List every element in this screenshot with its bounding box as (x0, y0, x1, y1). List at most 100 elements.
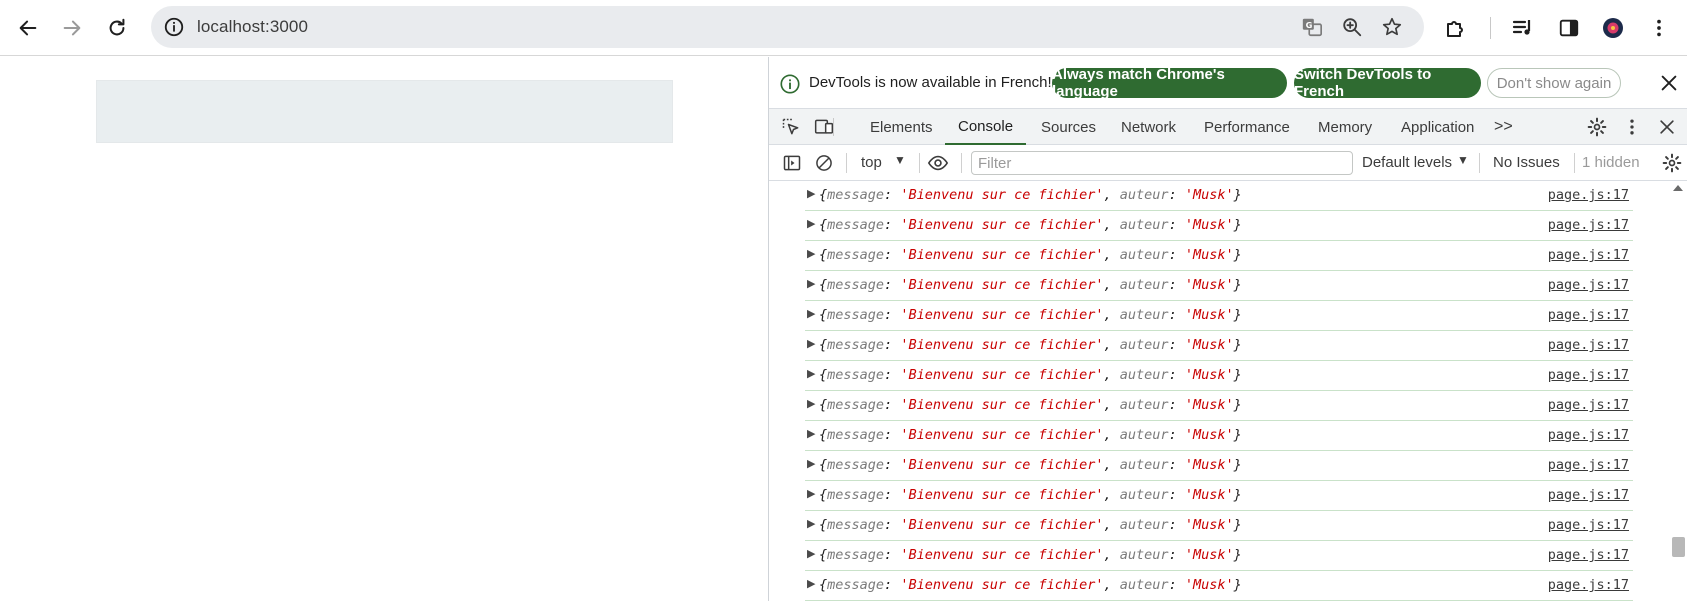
console-log-row[interactable]: ▶ {message: 'Bienvenu sur ce fichier', au… (805, 541, 1633, 571)
expand-triangle-icon[interactable]: ▶ (807, 547, 815, 560)
chevron-down-icon[interactable]: ▼ (1457, 153, 1469, 167)
console-settings-gear-icon[interactable] (1660, 151, 1684, 175)
scrollbar-thumb[interactable] (1672, 537, 1685, 557)
more-tabs-button[interactable]: >> (1494, 109, 1513, 145)
inspect-element-icon[interactable] (780, 116, 802, 138)
source-link[interactable]: page.js:17 (1548, 397, 1629, 413)
source-link[interactable]: page.js:17 (1548, 277, 1629, 293)
console-log-row[interactable]: ▶ {message: 'Bienvenu sur ce fichier', au… (805, 271, 1633, 301)
clear-console-icon[interactable] (812, 151, 836, 175)
source-link[interactable]: page.js:17 (1548, 547, 1629, 563)
console-log-row[interactable]: ▶ {message: 'Bienvenu sur ce fichier', au… (805, 511, 1633, 541)
context-selector[interactable]: top (861, 154, 882, 171)
console-log-row[interactable]: ▶ {message: 'Bienvenu sur ce fichier', au… (805, 331, 1633, 361)
always-match-language-button[interactable]: Always match Chrome's language (1052, 66, 1287, 100)
url-text[interactable]: localhost:3000 (197, 17, 308, 37)
close-icon[interactable] (1658, 72, 1680, 94)
source-link[interactable]: page.js:17 (1548, 247, 1629, 263)
source-link[interactable]: page.js:17 (1548, 187, 1629, 203)
console-scrollbar[interactable] (1669, 181, 1687, 601)
expand-triangle-icon[interactable]: ▶ (807, 457, 815, 470)
expand-triangle-icon[interactable]: ▶ (807, 307, 815, 320)
source-link[interactable]: page.js:17 (1548, 457, 1629, 473)
console-log-row[interactable]: ▶ {message: 'Bienvenu sur ce fichier', au… (805, 481, 1633, 511)
live-expression-eye-icon[interactable] (926, 151, 950, 175)
expand-triangle-icon[interactable]: ▶ (807, 187, 815, 200)
source-link[interactable]: page.js:17 (1548, 487, 1629, 503)
console-log-row[interactable]: ▶ {message: 'Bienvenu sur ce fichier', au… (805, 181, 1633, 211)
expand-triangle-icon[interactable]: ▶ (807, 487, 815, 500)
source-link[interactable]: page.js:17 (1548, 217, 1629, 233)
tab-elements[interactable]: Elements (870, 109, 933, 145)
console-log-row[interactable]: ▶ {message: 'Bienvenu sur ce fichier', au… (805, 451, 1633, 481)
tab-memory[interactable]: Memory (1318, 109, 1372, 145)
back-arrow-icon[interactable] (10, 10, 46, 46)
source-link[interactable]: page.js:17 (1548, 367, 1629, 383)
settings-gear-icon[interactable] (1586, 116, 1608, 138)
expand-triangle-icon[interactable]: ▶ (807, 397, 815, 410)
expand-triangle-icon[interactable]: ▶ (807, 337, 815, 350)
console-log-row[interactable]: ▶ {message: 'Bienvenu sur ce fichier', au… (805, 241, 1633, 271)
dont-show-again-button[interactable]: Don't show again (1487, 68, 1621, 98)
media-queue-icon[interactable] (1508, 13, 1538, 43)
devtools-close-icon[interactable] (1656, 116, 1678, 138)
console-log-row[interactable]: ▶ {message: 'Bienvenu sur ce fichier', au… (805, 211, 1633, 241)
log-object[interactable]: {message: 'Bienvenu sur ce fichier', aut… (819, 487, 1242, 503)
tab-application[interactable]: Application (1401, 109, 1474, 145)
source-link[interactable]: page.js:17 (1548, 517, 1629, 533)
log-object[interactable]: {message: 'Bienvenu sur ce fichier', aut… (819, 367, 1242, 383)
expand-triangle-icon[interactable]: ▶ (807, 427, 815, 440)
translate-icon[interactable]: G (1299, 14, 1325, 40)
tab-network[interactable]: Network (1121, 109, 1176, 145)
log-object[interactable]: {message: 'Bienvenu sur ce fichier', aut… (819, 547, 1242, 563)
console-log-row[interactable]: ▶ {message: 'Bienvenu sur ce fichier', au… (805, 391, 1633, 421)
scroll-up-arrow-icon[interactable] (1673, 185, 1683, 191)
tab-sources[interactable]: Sources (1041, 109, 1096, 145)
expand-triangle-icon[interactable]: ▶ (807, 217, 815, 230)
devtools-more-icon[interactable] (1621, 116, 1643, 138)
console-log-row[interactable]: ▶ {message: 'Bienvenu sur ce fichier', au… (805, 361, 1633, 391)
expand-triangle-icon[interactable]: ▶ (807, 367, 815, 380)
expand-triangle-icon[interactable]: ▶ (807, 247, 815, 260)
log-object[interactable]: {message: 'Bienvenu sur ce fichier', aut… (819, 307, 1242, 323)
source-link[interactable]: page.js:17 (1548, 337, 1629, 353)
zoom-icon[interactable] (1339, 14, 1365, 40)
switch-to-french-button[interactable]: Switch DevTools to French (1294, 66, 1481, 100)
forward-arrow-icon[interactable] (54, 10, 90, 46)
console-log-row[interactable]: ▶ {message: 'Bienvenu sur ce fichier', au… (805, 301, 1633, 331)
reload-icon[interactable] (99, 10, 135, 46)
expand-triangle-icon[interactable]: ▶ (807, 517, 815, 530)
profile-avatar-icon[interactable] (1598, 13, 1628, 43)
expand-triangle-icon[interactable]: ▶ (807, 577, 815, 590)
log-object[interactable]: {message: 'Bienvenu sur ce fichier', aut… (819, 517, 1242, 533)
more-menu-icon[interactable] (1644, 13, 1674, 43)
console-log-row[interactable]: ▶ {message: 'Bienvenu sur ce fichier', au… (805, 571, 1633, 601)
source-link[interactable]: page.js:17 (1548, 427, 1629, 443)
issues-count[interactable]: No Issues (1493, 154, 1560, 171)
bookmark-star-icon[interactable] (1379, 14, 1405, 40)
log-object[interactable]: {message: 'Bienvenu sur ce fichier', aut… (819, 217, 1242, 233)
log-object[interactable]: {message: 'Bienvenu sur ce fichier', aut… (819, 427, 1242, 443)
site-info-icon[interactable] (162, 15, 186, 39)
extensions-puzzle-icon[interactable] (1441, 13, 1471, 43)
tab-console[interactable]: Console (945, 109, 1027, 145)
filter-input[interactable]: Filter (971, 151, 1353, 175)
log-object[interactable]: {message: 'Bienvenu sur ce fichier', aut… (819, 577, 1242, 593)
console-log-row[interactable]: ▶ {message: 'Bienvenu sur ce fichier', au… (805, 421, 1633, 451)
device-toolbar-icon[interactable] (813, 116, 835, 138)
expand-triangle-icon[interactable]: ▶ (807, 277, 815, 290)
tab-performance[interactable]: Performance (1204, 109, 1290, 145)
source-link[interactable]: page.js:17 (1548, 307, 1629, 323)
log-object[interactable]: {message: 'Bienvenu sur ce fichier', aut… (819, 457, 1242, 473)
log-object[interactable]: {message: 'Bienvenu sur ce fichier', aut… (819, 397, 1242, 413)
side-panel-icon[interactable] (1554, 13, 1584, 43)
log-object[interactable]: {message: 'Bienvenu sur ce fichier', aut… (819, 187, 1242, 203)
source-link[interactable]: page.js:17 (1548, 577, 1629, 593)
log-levels-dropdown[interactable]: Default levels (1362, 154, 1452, 171)
address-bar[interactable]: localhost:3000 G (151, 6, 1424, 48)
log-object[interactable]: {message: 'Bienvenu sur ce fichier', aut… (819, 247, 1242, 263)
log-object[interactable]: {message: 'Bienvenu sur ce fichier', aut… (819, 277, 1242, 293)
sidebar-toggle-icon[interactable] (780, 151, 804, 175)
log-object[interactable]: {message: 'Bienvenu sur ce fichier', aut… (819, 337, 1242, 353)
chevron-down-icon[interactable]: ▼ (894, 153, 906, 167)
